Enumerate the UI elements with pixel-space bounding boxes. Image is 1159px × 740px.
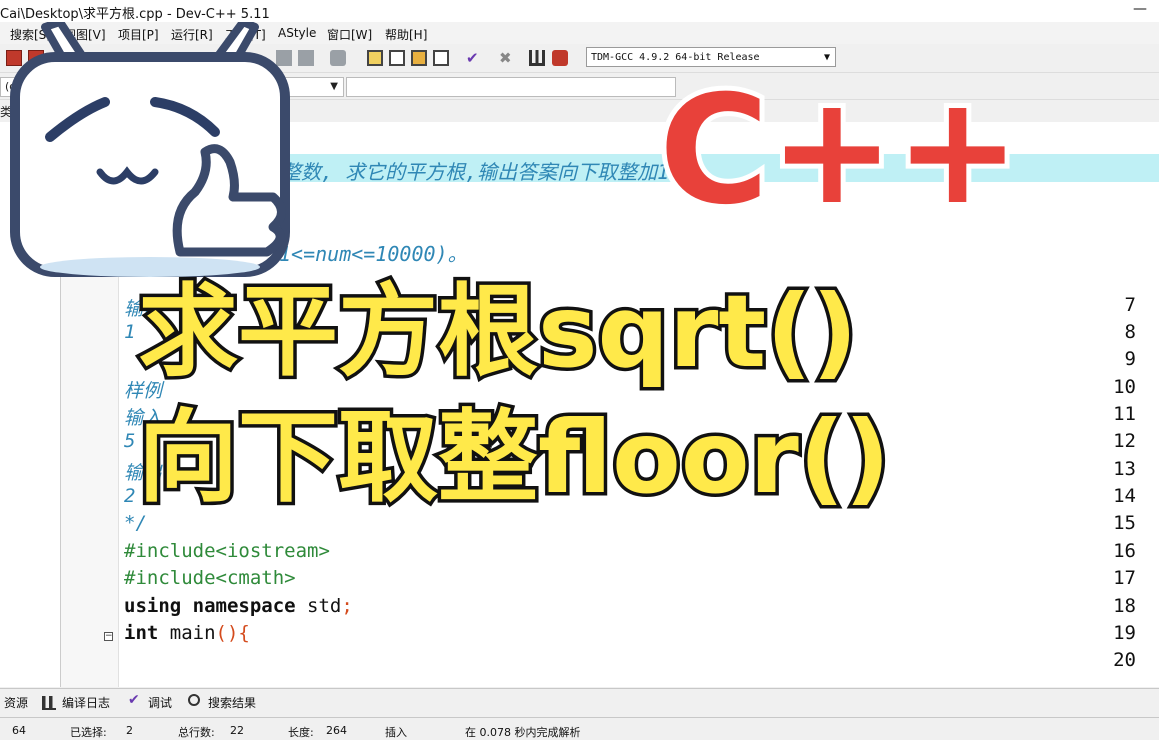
status-insert-mode: 插入 xyxy=(385,726,407,739)
status-selected-value: 2 xyxy=(126,724,133,737)
compiler-select[interactable]: TDM-GCC 4.9.2 64-bit Release ▼ xyxy=(586,47,836,67)
rebuild-icon[interactable] xyxy=(433,50,449,66)
code-main-line: int main(){ xyxy=(124,622,250,644)
minimize-button[interactable]: — xyxy=(1133,1,1147,17)
cpp-logo-text: C++ xyxy=(659,70,1020,238)
code-punctuation: ; xyxy=(341,595,353,617)
overlay-title-floor: 向下取整floor() xyxy=(134,399,893,516)
line-number: 13 xyxy=(1113,458,1136,480)
tab-resources[interactable]: 资源 xyxy=(4,694,28,711)
status-parse-message: 在 0.078 秒内完成解析 xyxy=(465,726,581,739)
mascot-sticker xyxy=(10,22,290,277)
compiler-value: TDM-GCC 4.9.2 64-bit Release xyxy=(591,52,760,63)
code-comment-line: 2 xyxy=(124,485,136,507)
status-bar: 64 已选择: 2 总行数: 22 长度: 264 插入 在 0.078 秒内完… xyxy=(0,717,1159,739)
cpp-logo: C++ xyxy=(655,70,1025,240)
code-keyword: int xyxy=(124,622,159,644)
line-number: 7 xyxy=(1124,294,1136,316)
tab-compile-log[interactable]: 编译日志 xyxy=(62,694,110,711)
line-number: 8 xyxy=(1124,321,1136,343)
line-number: 10 xyxy=(1113,376,1136,398)
status-lines-label: 总行数: xyxy=(178,726,215,739)
member-select[interactable] xyxy=(346,77,676,97)
code-identifier: std xyxy=(295,595,342,617)
fold-toggle-icon[interactable]: − xyxy=(104,632,113,641)
chart-icon[interactable] xyxy=(529,50,545,66)
code-identifier: main xyxy=(158,622,216,644)
window-title: Cai\Desktop\求平方根.cpp - Dev-C++ 5.11 xyxy=(0,7,270,22)
line-number: 20 xyxy=(1113,649,1136,671)
code-comment-line: 1 xyxy=(124,321,136,343)
menu-help[interactable]: 帮助[H] xyxy=(385,26,427,43)
line-number: 9 xyxy=(1124,348,1136,370)
compile-run-icon[interactable] xyxy=(411,50,427,66)
line-number: 11 xyxy=(1113,403,1136,425)
status-lines-value: 22 xyxy=(230,724,244,737)
line-number: 16 xyxy=(1113,540,1136,562)
chevron-down-icon: ▼ xyxy=(823,52,830,63)
run-icon[interactable] xyxy=(389,50,405,66)
line-number: 15 xyxy=(1113,512,1136,534)
code-comment-line: 5 xyxy=(124,430,136,452)
compile-log-icon xyxy=(42,696,56,710)
tab-search-results[interactable]: 搜索结果 xyxy=(208,694,256,711)
chevron-down-icon: ▼ xyxy=(330,81,338,92)
overlay-title-sqrt: 求平方根sqrt() xyxy=(135,273,862,390)
check-icon[interactable]: ✔ xyxy=(466,50,482,66)
compile-icon[interactable] xyxy=(367,50,383,66)
code-include-cmath: #include<cmath> xyxy=(124,567,296,589)
profile-icon[interactable] xyxy=(552,50,568,66)
stop-icon[interactable]: ✖ xyxy=(499,50,515,66)
code-comment-line: 1<=num<=10000)。 xyxy=(279,242,468,266)
title-bar: Cai\Desktop\求平方根.cpp - Dev-C++ 5.11 — xyxy=(0,0,1159,22)
line-number: 17 xyxy=(1113,567,1136,589)
line-number: 12 xyxy=(1113,430,1136,452)
code-include-iostream: #include<iostream> xyxy=(124,540,330,562)
code-comment-line: 整数, 求它的平方根,输出答案向下取整加1 xyxy=(281,160,670,184)
search-icon xyxy=(188,694,200,706)
debug-icon: ✔ xyxy=(128,692,140,708)
tab-debug[interactable]: 调试 xyxy=(148,694,172,711)
status-length-value: 264 xyxy=(326,724,347,737)
code-using-line: using namespace std; xyxy=(124,595,353,617)
menu-window[interactable]: 窗口[W] xyxy=(327,26,372,43)
line-number: 18 xyxy=(1113,595,1136,617)
code-punctuation: (){ xyxy=(215,622,250,644)
line-number: 19 xyxy=(1113,622,1136,644)
bookmark-icon[interactable] xyxy=(330,50,346,66)
code-keyword: using namespace xyxy=(124,595,296,617)
status-selected-label: 已选择: xyxy=(70,726,107,739)
bottom-panel-tabs: 资源 编译日志 ✔ 调试 搜索结果 xyxy=(0,688,1159,715)
status-length-label: 长度: xyxy=(288,726,314,739)
status-column: 64 xyxy=(12,724,26,737)
line-number: 14 xyxy=(1113,485,1136,507)
